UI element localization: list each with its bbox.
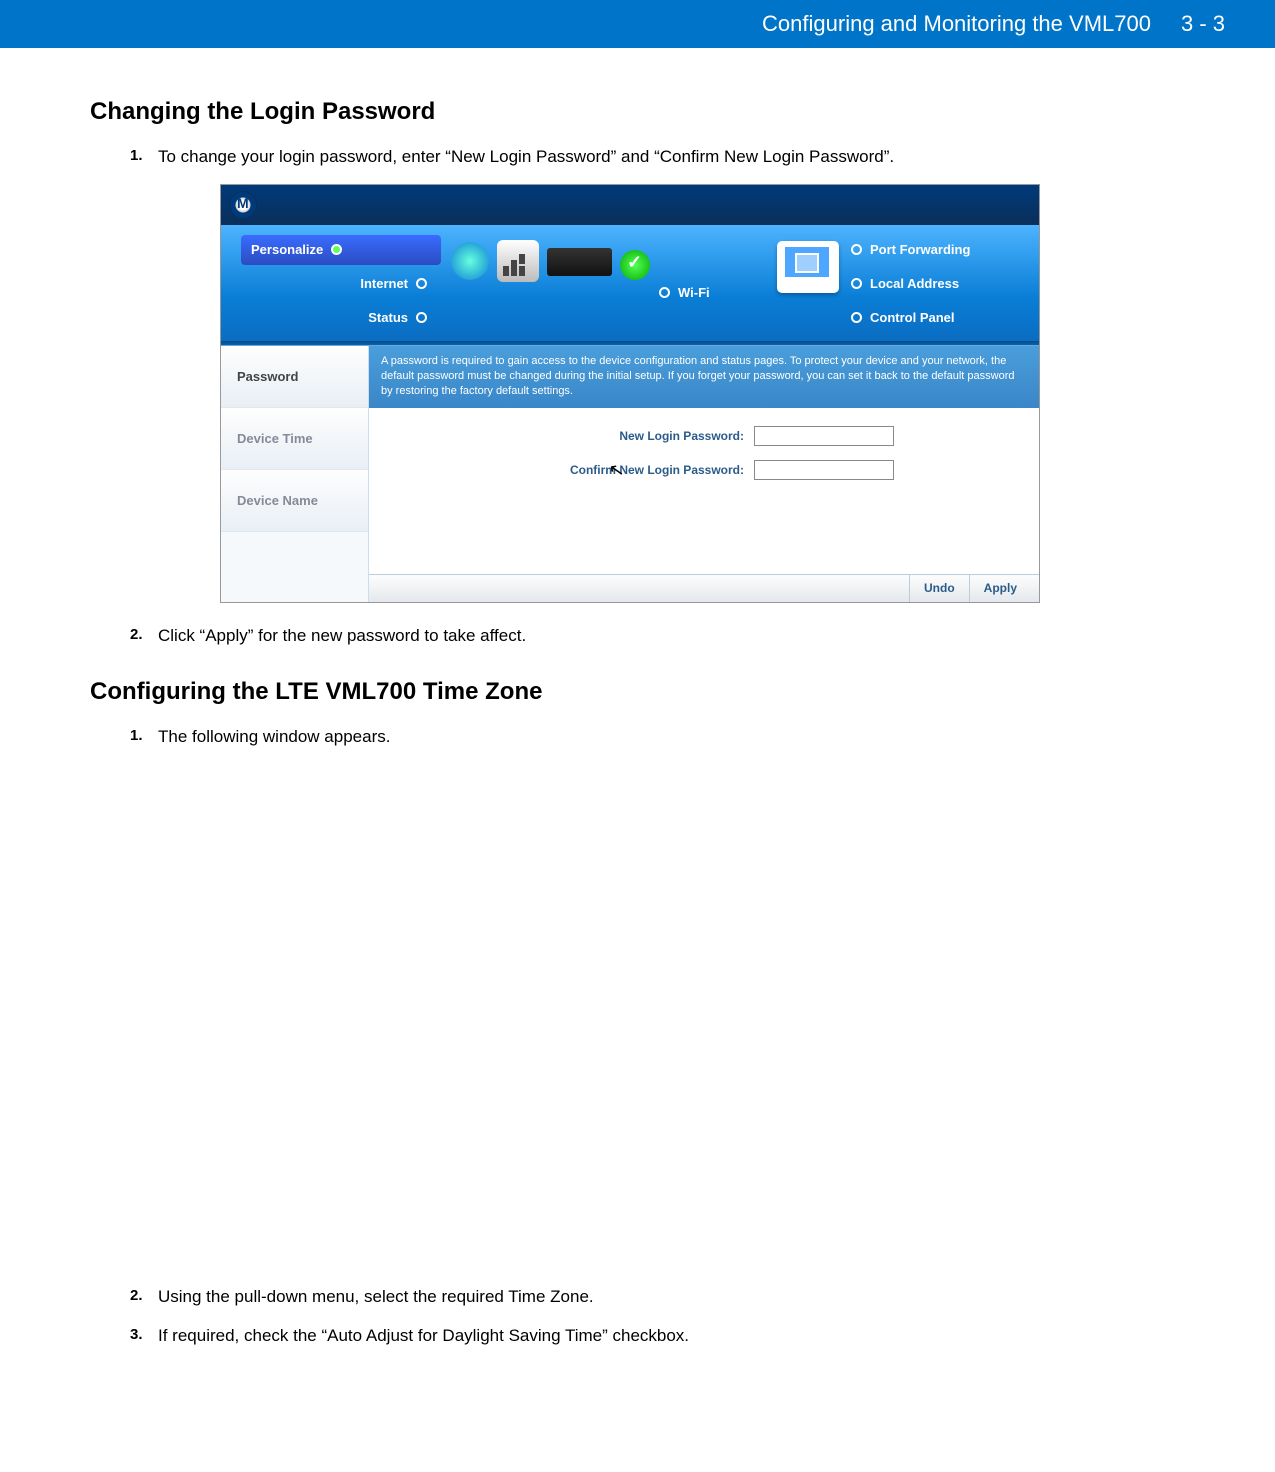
heading-change-password: Changing the Login Password xyxy=(90,98,1185,126)
step-row: 1. The following window appears. xyxy=(130,724,1185,750)
nav-label: Personalize xyxy=(251,242,323,257)
router-nav-band: Personalize Internet Status xyxy=(221,225,1039,345)
form-row-confirm-password: Confirm New Login Password: xyxy=(369,460,1039,480)
step-number: 1. xyxy=(130,724,158,750)
nav-internet[interactable]: Internet xyxy=(241,269,441,299)
radio-icon xyxy=(416,278,427,289)
step-row: 2. Click “Apply” for the new password to… xyxy=(130,623,1185,649)
router-ui-screenshot: Personalize Internet Status xyxy=(220,184,1040,603)
nav-label: Port Forwarding xyxy=(870,242,970,257)
step-row: 1. To change your login password, enter … xyxy=(130,144,1185,170)
page-header: Configuring and Monitoring the VML700 3 … xyxy=(0,0,1275,48)
radio-icon xyxy=(659,287,670,298)
nav-port-forwarding[interactable]: Port Forwarding xyxy=(839,235,1019,265)
nav-label: Internet xyxy=(360,276,408,291)
router-titlebar xyxy=(221,185,1039,225)
step-text: Click “Apply” for the new password to ta… xyxy=(158,623,1185,649)
new-password-input[interactable] xyxy=(754,426,894,446)
confirm-password-input[interactable] xyxy=(754,460,894,480)
nav-label: Status xyxy=(368,310,408,325)
signal-bars-icon xyxy=(497,240,539,282)
step-text: If required, check the “Auto Adjust for … xyxy=(158,1323,1185,1349)
side-tabs: Password Device Time Device Name xyxy=(221,346,369,602)
nav-label: Wi-Fi xyxy=(678,285,710,300)
header-title: Configuring and Monitoring the VML700 xyxy=(762,11,1151,37)
step-text: To change your login password, enter “Ne… xyxy=(158,144,1185,170)
step-number: 2. xyxy=(130,623,158,649)
step-number: 1. xyxy=(130,144,158,170)
confirm-password-label: Confirm New Login Password: xyxy=(514,463,744,477)
nav-center-icons xyxy=(451,240,650,282)
nav-wifi[interactable]: Wi-Fi xyxy=(651,285,710,300)
heading-time-zone: Configuring the LTE VML700 Time Zone xyxy=(90,678,1185,706)
step-text: Using the pull-down menu, select the req… xyxy=(158,1284,1185,1310)
nav-label: Control Panel xyxy=(870,310,955,325)
footer-buttons: Undo Apply xyxy=(369,574,1039,602)
nav-local-address[interactable]: Local Address xyxy=(839,269,1019,299)
radio-icon xyxy=(851,244,862,255)
check-icon xyxy=(620,250,650,280)
nav-personalize[interactable]: Personalize xyxy=(241,235,441,265)
step-row: 2. Using the pull-down menu, select the … xyxy=(130,1284,1185,1310)
monitor-icon xyxy=(777,241,839,293)
apply-button[interactable]: Apply xyxy=(969,575,1031,602)
nav-right-group: Port Forwarding Local Address Control Pa… xyxy=(839,235,1019,337)
globe-icon xyxy=(451,242,489,280)
form-area: New Login Password: Confirm New Login Pa… xyxy=(369,408,1039,574)
router-device-icon xyxy=(547,248,612,276)
panel-main: A password is required to gain access to… xyxy=(369,346,1039,602)
undo-button[interactable]: Undo xyxy=(909,575,969,602)
nav-control-panel[interactable]: Control Panel xyxy=(839,303,1019,333)
content-area: Changing the Login Password 1. To change… xyxy=(0,48,1275,1403)
side-tab-device-time[interactable]: Device Time xyxy=(221,408,368,470)
radio-icon xyxy=(416,312,427,323)
nav-left-group: Personalize Internet Status xyxy=(241,235,441,337)
radio-icon xyxy=(851,278,862,289)
radio-icon xyxy=(851,312,862,323)
motorola-logo-icon xyxy=(229,191,257,219)
side-tab-device-name[interactable]: Device Name xyxy=(221,470,368,532)
nav-status[interactable]: Status xyxy=(241,303,441,333)
step-number: 2. xyxy=(130,1284,158,1310)
help-text: A password is required to gain access to… xyxy=(369,346,1039,408)
side-tab-password[interactable]: Password xyxy=(221,346,368,408)
new-password-label: New Login Password: xyxy=(514,429,744,443)
step-row: 3. If required, check the “Auto Adjust f… xyxy=(130,1323,1185,1349)
step-number: 3. xyxy=(130,1323,158,1349)
monitor-screen-icon xyxy=(785,247,829,277)
form-row-new-password: New Login Password: xyxy=(369,426,1039,446)
step-text: The following window appears. xyxy=(158,724,1185,750)
router-panel-area: Password Device Time Device Name A passw… xyxy=(221,345,1039,602)
header-page-num: 3 - 3 xyxy=(1181,11,1225,37)
radio-icon xyxy=(331,244,342,255)
blank-figure-space xyxy=(90,764,1185,1284)
nav-label: Local Address xyxy=(870,276,959,291)
